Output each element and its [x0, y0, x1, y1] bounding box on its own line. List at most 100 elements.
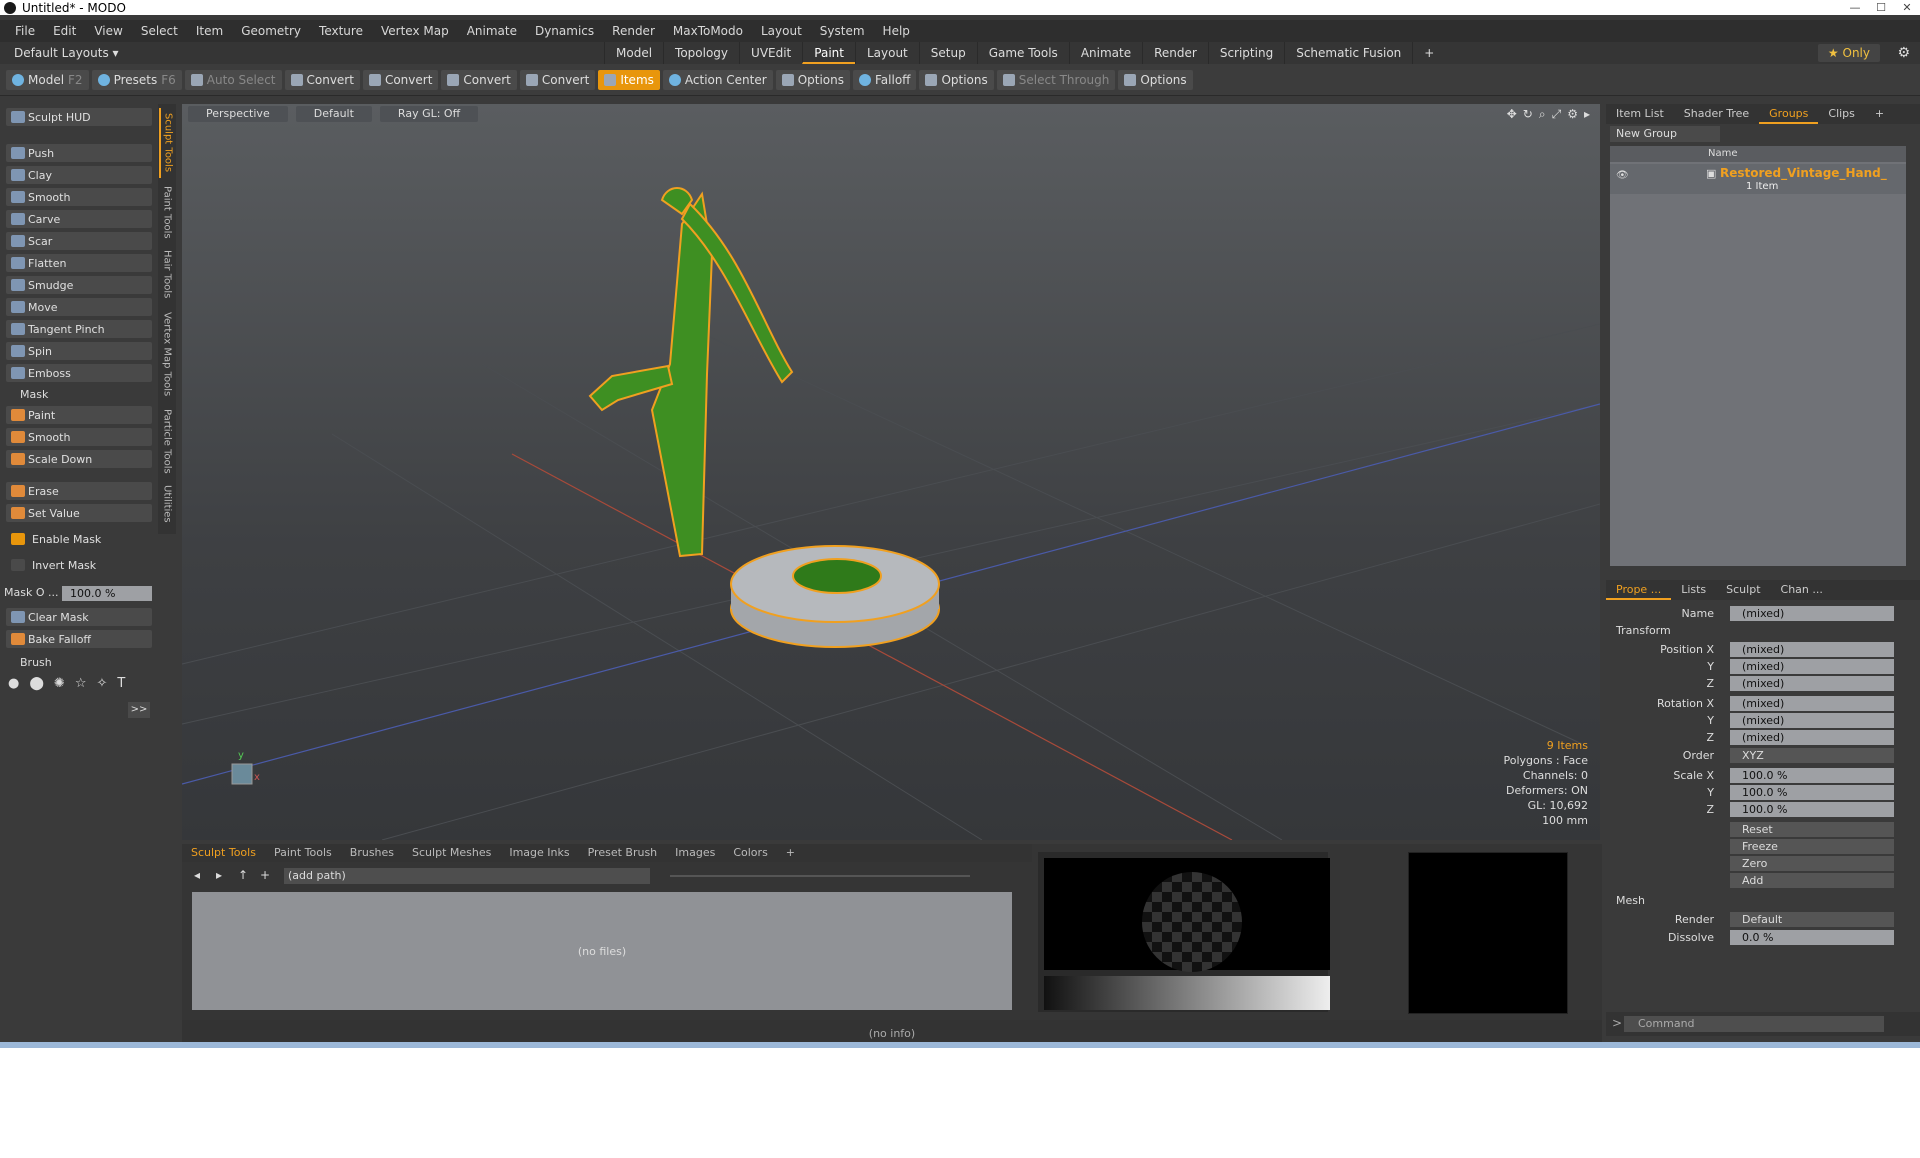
thumbnail-size-slider[interactable] — [670, 875, 970, 877]
tab-model[interactable]: Model — [604, 42, 663, 64]
zero-dropdown[interactable]: Zero — [1730, 856, 1894, 871]
options-button-1[interactable]: Options — [775, 69, 850, 90]
mask-paint-button[interactable]: Paint — [6, 406, 152, 424]
invert-mask-checkbox[interactable]: Invert Mask — [6, 556, 152, 574]
tab-vertex-map-tools[interactable]: Vertex Map Tools — [159, 306, 175, 402]
tab-shader-tree[interactable]: Shader Tree — [1674, 104, 1759, 124]
tab-channels[interactable]: Chan ... — [1771, 580, 1833, 600]
falloff-button[interactable]: Falloff — [853, 69, 917, 90]
options-button-2[interactable]: Options — [919, 69, 994, 90]
mask-opacity-field[interactable]: 100.0 % — [62, 586, 152, 601]
tool-spin[interactable]: Spin — [6, 342, 152, 360]
close-icon[interactable]: ✕ — [1894, 0, 1920, 15]
tab-render[interactable]: Render — [1142, 42, 1208, 64]
menu-layout[interactable]: Layout — [752, 24, 811, 38]
tab-preset-brush[interactable]: Preset Brush — [579, 844, 667, 862]
model-button[interactable]: Model F2 — [6, 69, 89, 90]
enable-mask-checkbox[interactable]: Enable Mask — [6, 530, 152, 548]
tool-emboss[interactable]: Emboss — [6, 364, 152, 382]
water-pump-model[interactable] — [588, 187, 940, 648]
tab-bottom-sculpt-tools[interactable]: Sculpt Tools — [182, 844, 265, 862]
visibility-eye-icon[interactable]: 👁 — [1616, 170, 1629, 181]
tool-smooth[interactable]: Smooth — [6, 188, 152, 206]
star-brush-icon[interactable]: ☆ — [75, 676, 87, 691]
brush-section-header[interactable]: Brush — [6, 656, 152, 672]
rotation-x-field[interactable]: (mixed) — [1730, 696, 1894, 711]
menu-edit[interactable]: Edit — [44, 24, 85, 38]
set-value-button[interactable]: Set Value — [6, 504, 152, 522]
position-z-field[interactable]: (mixed) — [1730, 676, 1894, 691]
scale-x-field[interactable]: 100.0 % — [1730, 768, 1894, 783]
add-dropdown[interactable]: Add — [1730, 873, 1894, 888]
tab-images[interactable]: Images — [666, 844, 724, 862]
gear-icon[interactable]: ⚙ — [1897, 45, 1910, 61]
mesh-section[interactable]: Mesh — [1616, 894, 1645, 907]
menu-render[interactable]: Render — [603, 24, 664, 38]
menu-select[interactable]: Select — [132, 24, 187, 38]
add-bottom-tab-icon[interactable]: + — [777, 844, 804, 862]
tool-smudge[interactable]: Smudge — [6, 276, 152, 294]
tab-sculpt-meshes[interactable]: Sculpt Meshes — [403, 844, 500, 862]
dissolve-field[interactable]: 0.0 % — [1730, 930, 1894, 945]
add-tab-icon[interactable]: + — [1412, 42, 1445, 64]
tab-item-list[interactable]: Item List — [1606, 104, 1674, 124]
procedural-brush-icon[interactable]: ✧ — [96, 676, 107, 691]
freeze-dropdown[interactable]: Freeze — [1730, 839, 1894, 854]
tab-brushes[interactable]: Brushes — [341, 844, 403, 862]
menu-maxtomodo[interactable]: MaxToModo — [664, 24, 752, 38]
tab-image-inks[interactable]: Image Inks — [500, 844, 578, 862]
render-dropdown[interactable]: Default — [1730, 912, 1894, 927]
items-button[interactable]: Items — [598, 69, 660, 90]
tab-particle-tools[interactable]: Particle Tools — [159, 406, 175, 476]
menu-help[interactable]: Help — [874, 24, 919, 38]
name-column-header[interactable]: Name — [1610, 146, 1906, 162]
tab-bottom-paint-tools[interactable]: Paint Tools — [265, 844, 341, 862]
new-group-button[interactable]: New Group — [1610, 126, 1720, 142]
options-button-3[interactable]: Options — [1118, 69, 1193, 90]
sculpt-hud-button[interactable]: Sculpt HUD — [6, 108, 152, 126]
tab-colors[interactable]: Colors — [724, 844, 776, 862]
tab-layout[interactable]: Layout — [854, 42, 919, 64]
tab-animate[interactable]: Animate — [1068, 42, 1142, 64]
splatter-brush-icon[interactable]: ✺ — [54, 676, 65, 691]
tab-paint-tools[interactable]: Paint Tools — [159, 182, 175, 242]
rotation-z-field[interactable]: (mixed) — [1730, 730, 1894, 745]
file-browser[interactable]: (no files) — [192, 892, 1012, 1010]
tab-paint[interactable]: Paint — [802, 42, 855, 64]
menu-vertex-map[interactable]: Vertex Map — [372, 24, 458, 38]
clear-mask-button[interactable]: Clear Mask — [6, 608, 152, 626]
tab-lists[interactable]: Lists — [1671, 580, 1716, 600]
tab-uvedit[interactable]: UVEdit — [739, 42, 802, 64]
position-y-field[interactable]: (mixed) — [1730, 659, 1894, 674]
tab-utilities[interactable]: Utilities — [159, 480, 175, 528]
tool-scar[interactable]: Scar — [6, 232, 152, 250]
tool-move[interactable]: Move — [6, 298, 152, 316]
menu-file[interactable]: File — [6, 24, 44, 38]
default-layouts-dropdown[interactable]: Default Layouts ▾ — [14, 46, 119, 60]
tab-clips[interactable]: Clips — [1818, 104, 1865, 124]
convert-button-3[interactable]: Convert — [441, 69, 517, 90]
menu-dynamics[interactable]: Dynamics — [526, 24, 603, 38]
soft-brush-icon[interactable]: ● — [8, 676, 19, 691]
back-arrow-icon[interactable]: ◂ — [194, 868, 200, 882]
order-dropdown[interactable]: XYZ — [1730, 748, 1894, 763]
tab-groups[interactable]: Groups — [1759, 104, 1819, 124]
convert-button-2[interactable]: Convert — [362, 69, 439, 90]
menu-animate[interactable]: Animate — [458, 24, 526, 38]
menu-geometry[interactable]: Geometry — [232, 24, 310, 38]
select-through-button[interactable]: Select Through — [996, 69, 1116, 90]
tab-schematic-fusion[interactable]: Schematic Fusion — [1284, 42, 1412, 64]
position-x-field[interactable]: (mixed) — [1730, 642, 1894, 657]
convert-button-1[interactable]: Convert — [284, 69, 360, 90]
auto-select-button[interactable]: Auto Select — [184, 69, 282, 90]
3d-viewport[interactable]: Perspective Default Ray GL: Off ✥ ↻ ⌕ ⤢ … — [182, 104, 1600, 840]
tab-setup[interactable]: Setup — [918, 42, 977, 64]
rotation-y-field[interactable]: (mixed) — [1730, 713, 1894, 728]
group-row[interactable]: 👁 ▣ Restored_Vintage_Hand_ 1 Item — [1610, 164, 1906, 194]
name-field[interactable]: (mixed) — [1730, 606, 1894, 621]
add-path-icon[interactable]: + — [260, 868, 270, 882]
presets-button[interactable]: Presets F6 — [91, 69, 182, 90]
bake-falloff-button[interactable]: Bake Falloff — [6, 630, 152, 648]
tab-topology[interactable]: Topology — [663, 42, 739, 64]
add-panel-tab-icon[interactable]: + — [1865, 104, 1894, 124]
